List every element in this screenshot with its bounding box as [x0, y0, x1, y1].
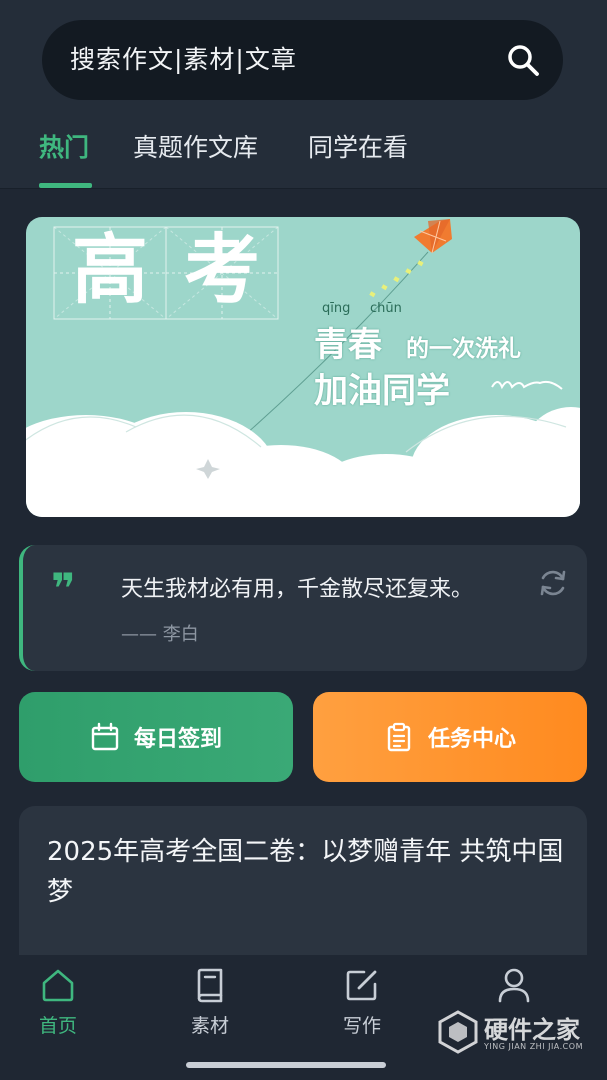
banner-pinyin: qīng	[322, 301, 351, 316]
watermark-subtext: YING JIAN ZHI JIA.COM	[484, 1042, 583, 1051]
book-icon	[197, 968, 223, 1003]
daily-checkin-label: 每日签到	[133, 727, 222, 752]
header: 搜索作文|素材|文章 热门 真题作文库 同学在看	[0, 0, 607, 189]
task-center-label: 任务中心	[427, 727, 516, 752]
user-icon	[498, 968, 530, 1003]
nav-label: 写作	[342, 1015, 381, 1037]
tab-classmates-reading[interactable]: 同学在看	[308, 128, 408, 168]
daily-quote-card: ❞ 天生我材必有用，千金散尽还复来。 —— 李白	[19, 545, 587, 671]
calendar-icon	[91, 722, 119, 751]
banner-title-char: 高	[72, 225, 148, 314]
gaokao-banner[interactable]: 高 考 qīng chūn 青春 的一次洗礼 加油同学	[26, 217, 580, 517]
home-icon	[42, 969, 74, 1002]
search-icon[interactable]	[505, 42, 541, 78]
daily-checkin-button[interactable]: 每日签到	[19, 692, 293, 782]
header-divider	[0, 188, 607, 189]
article-title[interactable]: 2025年高考全国二卷：以梦赠青年 共筑中国梦	[47, 832, 567, 912]
banner-pinyin: chūn	[370, 301, 402, 316]
search-placeholder: 搜索作文|素材|文章	[70, 45, 297, 74]
banner-slogan-cheer: 加油同学	[314, 371, 450, 411]
banner-slogan-small: 的一次洗礼	[406, 336, 521, 362]
app-root: 搜索作文|素材|文章 热门 真题作文库 同学在看 高 考 qīng chūn 青…	[0, 0, 607, 1080]
home-indicator[interactable]	[186, 1062, 386, 1068]
nav-home[interactable]: 首页	[8, 967, 108, 1047]
clipboard-icon	[387, 722, 411, 752]
quote-text: 天生我材必有用，千金散尽还复来。	[121, 577, 474, 602]
banner-slogan-big: 青春	[314, 325, 382, 365]
edit-icon	[346, 970, 377, 1001]
nav-materials[interactable]: 素材	[160, 967, 260, 1047]
refresh-icon[interactable]	[537, 567, 569, 599]
search-bar[interactable]: 搜索作文|素材|文章	[42, 20, 563, 100]
watermark-text: 硬件之家	[484, 1016, 580, 1044]
task-center-button[interactable]: 任务中心	[313, 692, 587, 782]
nav-writing[interactable]: 写作	[312, 967, 412, 1047]
banner-title-char: 考	[184, 225, 260, 314]
tab-exam-essays[interactable]: 真题作文库	[133, 128, 258, 168]
nav-label: 首页	[38, 1015, 77, 1037]
tab-hot[interactable]: 热门	[39, 128, 89, 168]
tab-bar: 热门 真题作文库 同学在看	[0, 118, 607, 188]
watermark-logo-icon	[438, 1010, 478, 1054]
quote-mark-icon: ❞	[51, 564, 76, 613]
quote-author: —— 李白	[121, 624, 199, 645]
nav-label: 素材	[190, 1015, 229, 1037]
site-watermark: 硬件之家 YING JIAN ZHI JIA.COM	[438, 1008, 598, 1058]
